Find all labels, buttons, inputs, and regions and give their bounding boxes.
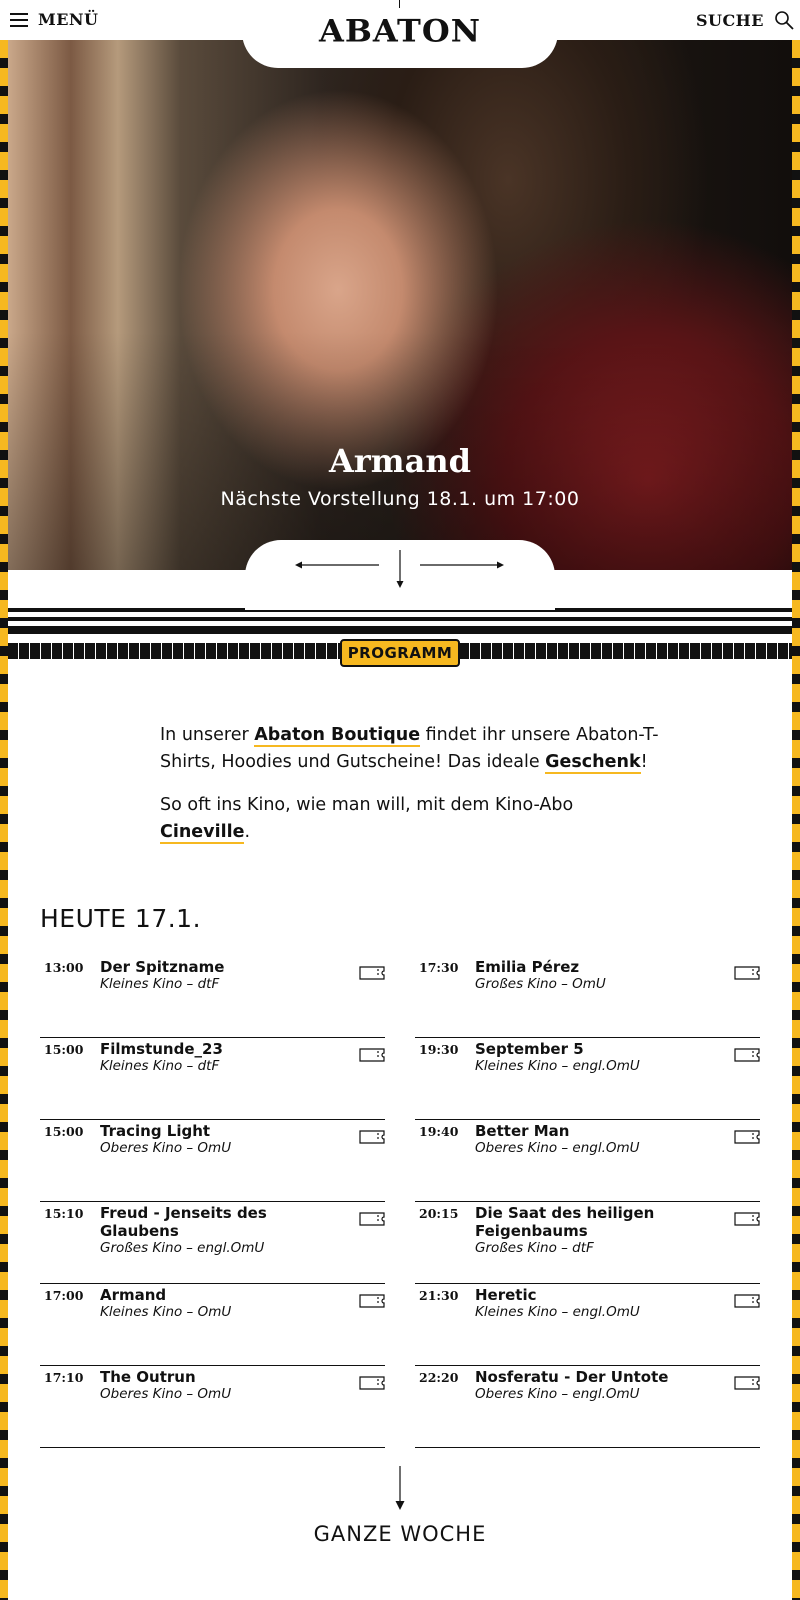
full-week-link[interactable]: GANZE WOCHE	[0, 1522, 800, 1546]
screening-row[interactable]: 19:30 September 5 Kleines Kino – engl.OmU	[415, 1038, 760, 1120]
arrow-down-icon[interactable]	[395, 550, 405, 588]
screening-title[interactable]: September 5	[475, 1040, 725, 1058]
screening-title-block[interactable]: Armand Kleines Kino – OmU	[100, 1286, 350, 1321]
hero-nav	[245, 540, 555, 610]
screening-venue: Oberes Kino – OmU	[100, 1140, 232, 1156]
screening-row[interactable]: 15:00 Filmstunde_23 Kleines Kino – dtF	[40, 1038, 385, 1120]
hero-title[interactable]: Armand	[8, 442, 792, 480]
ticket-icon[interactable]	[359, 1376, 385, 1390]
site-logo[interactable]: ABATON	[0, 13, 800, 49]
screening-time: 17:10	[44, 1370, 84, 1385]
screening-title-block[interactable]: Better Man Oberes Kino – engl.OmU	[475, 1122, 725, 1157]
screening-title[interactable]: Better Man	[475, 1122, 725, 1140]
search-icon	[775, 11, 794, 30]
screening-title-block[interactable]: Tracing Light Oberes Kino – OmU	[100, 1122, 350, 1157]
screening-venue: Kleines Kino – engl.OmU	[475, 1304, 640, 1320]
program-badge: PROGRAMM	[340, 639, 460, 667]
screening-venue: Oberes Kino – engl.OmU	[475, 1386, 640, 1402]
search-button[interactable]: SUCHE	[696, 10, 794, 30]
ticket-icon[interactable]	[734, 1376, 760, 1390]
screening-row[interactable]: 22:20 Nosferatu - Der Untote Oberes Kino –…	[415, 1366, 760, 1448]
screening-title[interactable]: The Outrun	[100, 1368, 350, 1386]
screening-venue: Kleines Kino – OmU	[100, 1304, 232, 1320]
ticket-icon[interactable]	[734, 1212, 760, 1226]
screening-row[interactable]: 17:30 Emilia Pérez Großes Kino – OmU	[415, 956, 760, 1038]
hero-banner[interactable]: Armand Nächste Vorstellung 18.1. um 17:0…	[8, 40, 792, 570]
screening-title[interactable]: Filmstunde_23	[100, 1040, 350, 1058]
film-strip-left	[0, 40, 8, 1600]
arrow-right-icon[interactable]	[420, 560, 504, 570]
screening-venue: Großes Kino – dtF	[475, 1240, 594, 1256]
screening-title[interactable]: Heretic	[475, 1286, 725, 1304]
film-strip-right	[792, 40, 800, 1600]
screening-venue: Großes Kino – OmU	[475, 976, 606, 992]
screening-title[interactable]: Freud - Jenseits des Glaubens	[100, 1204, 350, 1240]
screening-title-block[interactable]: Heretic Kleines Kino – engl.OmU	[475, 1286, 725, 1321]
schedule-heading: HEUTE 17.1.	[40, 904, 202, 933]
schedule-column-left: 13:00 Der Spitzname Kleines Kino – dtF 15:0…	[40, 956, 385, 1448]
screening-time: 15:00	[44, 1042, 84, 1057]
screening-title[interactable]: Emilia Pérez	[475, 958, 725, 976]
cineville-link[interactable]: Cineville	[160, 822, 245, 844]
screening-row[interactable]: 19:40 Better Man Oberes Kino – engl.OmU	[415, 1120, 760, 1202]
intro-paragraph-boutique: In unserer Abaton Boutique findet ihr un…	[160, 725, 659, 774]
arrow-left-icon[interactable]	[295, 560, 379, 570]
screening-row[interactable]: 17:00 Armand Kleines Kino – OmU	[40, 1284, 385, 1366]
screening-row[interactable]: 21:30 Heretic Kleines Kino – engl.OmU	[415, 1284, 760, 1366]
screening-venue: Kleines Kino – dtF	[100, 1058, 220, 1074]
screening-time: 17:00	[44, 1288, 84, 1303]
screening-time: 15:10	[44, 1206, 84, 1221]
screening-venue: Kleines Kino – engl.OmU	[475, 1058, 640, 1074]
screening-title-block[interactable]: Nosferatu - Der Untote Oberes Kino – engl…	[475, 1368, 725, 1403]
ticket-icon[interactable]	[734, 1130, 760, 1144]
screening-row[interactable]: 20:15 Die Saat des heiligen Feigenbaums Gr…	[415, 1202, 760, 1284]
screening-time: 13:00	[44, 960, 84, 975]
screening-title[interactable]: Tracing Light	[100, 1122, 350, 1140]
ticket-icon[interactable]	[359, 1048, 385, 1062]
screening-title[interactable]: Nosferatu - Der Untote	[475, 1368, 725, 1386]
ticket-icon[interactable]	[359, 1130, 385, 1144]
screening-title-block[interactable]: Die Saat des heiligen Feigenbaums Großes …	[475, 1204, 725, 1257]
screening-title-block[interactable]: Emilia Pérez Großes Kino – OmU	[475, 958, 725, 993]
screening-title-block[interactable]: Freud - Jenseits des Glaubens Großes Kino…	[100, 1204, 350, 1257]
screening-time: 22:20	[419, 1370, 459, 1385]
screening-venue: Großes Kino – engl.OmU	[100, 1240, 265, 1256]
screening-time: 20:15	[419, 1206, 459, 1221]
screening-title-block[interactable]: Der Spitzname Kleines Kino – dtF	[100, 958, 350, 993]
ticket-icon[interactable]	[359, 1212, 385, 1226]
ticket-icon[interactable]	[734, 1048, 760, 1062]
intro-text: In unserer Abaton Boutique findet ihr un…	[160, 722, 660, 862]
screening-time: 19:30	[419, 1042, 459, 1057]
screening-venue: Kleines Kino – dtF	[100, 976, 220, 992]
screening-time: 17:30	[419, 960, 459, 975]
screening-row[interactable]: 15:00 Tracing Light Oberes Kino – OmU	[40, 1120, 385, 1202]
schedule-column-right: 17:30 Emilia Pérez Großes Kino – OmU 19:30 S…	[415, 956, 760, 1448]
gift-link[interactable]: Geschenk	[545, 752, 641, 774]
search-label: SUCHE	[695, 10, 764, 30]
ticket-icon[interactable]	[734, 1294, 760, 1308]
screening-title[interactable]: Der Spitzname	[100, 958, 350, 976]
screening-row[interactable]: 17:10 The Outrun Oberes Kino – OmU	[40, 1366, 385, 1448]
screening-time: 15:00	[44, 1124, 84, 1139]
screening-title[interactable]: Die Saat des heiligen Feigenbaums	[475, 1204, 725, 1240]
screening-row[interactable]: 13:00 Der Spitzname Kleines Kino – dtF	[40, 956, 385, 1038]
hero-subtitle: Nächste Vorstellung 18.1. um 17:00	[220, 488, 580, 510]
screening-time: 21:30	[419, 1288, 459, 1303]
screening-title[interactable]: Armand	[100, 1286, 350, 1304]
screening-title-block[interactable]: September 5 Kleines Kino – engl.OmU	[475, 1040, 725, 1075]
intro-paragraph-cineville: So oft ins Kino, wie man will, mit dem K…	[160, 795, 574, 844]
screening-venue: Oberes Kino – engl.OmU	[475, 1140, 640, 1156]
boutique-link[interactable]: Abaton Boutique	[254, 725, 421, 747]
header-tick	[399, 0, 400, 8]
ticket-icon[interactable]	[359, 1294, 385, 1308]
screening-row[interactable]: 15:10 Freud - Jenseits des Glaubens Großes…	[40, 1202, 385, 1284]
arrow-down-icon	[395, 1466, 405, 1510]
screening-title-block[interactable]: Filmstunde_23 Kleines Kino – dtF	[100, 1040, 350, 1075]
screening-title-block[interactable]: The Outrun Oberes Kino – OmU	[100, 1368, 350, 1403]
ticket-icon[interactable]	[359, 966, 385, 980]
screening-venue: Oberes Kino – OmU	[100, 1386, 232, 1402]
screening-time: 19:40	[419, 1124, 459, 1139]
ticket-icon[interactable]	[734, 966, 760, 980]
